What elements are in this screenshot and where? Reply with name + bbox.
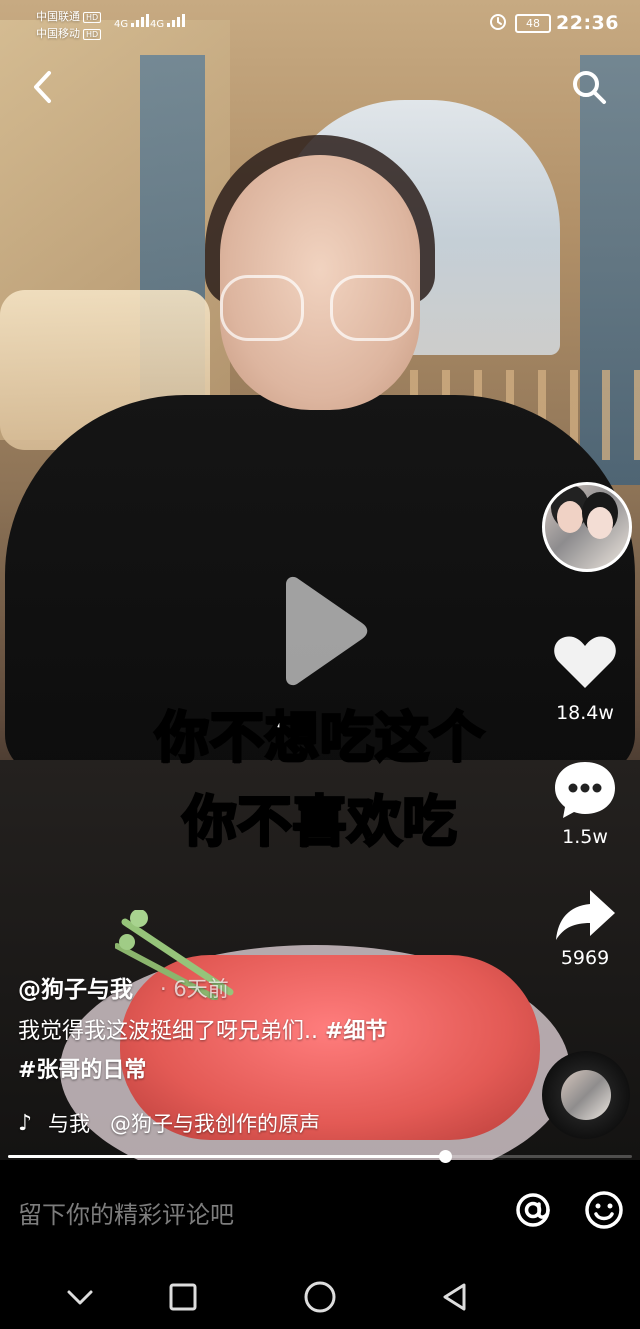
at-icon[interactable] bbox=[512, 1189, 554, 1231]
network-1: 4G bbox=[114, 19, 129, 30]
play-icon[interactable] bbox=[274, 576, 369, 686]
signal-1: 4G bbox=[114, 13, 153, 30]
glasses-right-lens bbox=[330, 275, 414, 341]
network-2: 4G bbox=[150, 19, 165, 30]
avatar-face-right bbox=[587, 507, 613, 539]
signal-bars-icon bbox=[167, 14, 186, 27]
share-icon[interactable] bbox=[553, 886, 617, 944]
post-time: · 6天前 bbox=[160, 977, 229, 1001]
back-icon[interactable] bbox=[23, 66, 65, 108]
home-icon[interactable] bbox=[301, 1278, 339, 1316]
music-note-icon: ♪ bbox=[18, 1111, 33, 1136]
nav-back-icon[interactable] bbox=[436, 1278, 474, 1316]
alarm-icon bbox=[490, 14, 506, 30]
system-navbar bbox=[0, 1260, 640, 1329]
search-icon[interactable] bbox=[568, 66, 610, 108]
progress-thumb[interactable] bbox=[438, 1150, 452, 1163]
comment-icon[interactable] bbox=[553, 758, 617, 820]
signal-2: 4G bbox=[150, 13, 189, 30]
recent-apps-icon[interactable] bbox=[164, 1278, 202, 1316]
caption-line-2: 你不喜欢吃 bbox=[181, 789, 458, 855]
carrier-top: 中国联通 bbox=[36, 10, 80, 23]
author-avatar[interactable] bbox=[542, 482, 632, 572]
music-title: @狗子与我创作的原声 bbox=[110, 1112, 320, 1136]
emoji-icon[interactable] bbox=[583, 1189, 625, 1231]
clock-time: 22:36 bbox=[556, 12, 619, 34]
author-name[interactable]: @狗子与我 bbox=[18, 970, 133, 1004]
progress-bar[interactable] bbox=[8, 1150, 632, 1163]
battery-indicator: 48 bbox=[515, 14, 551, 33]
music-row[interactable]: ♪ 与我 @狗子与我创作的原声 bbox=[18, 1108, 518, 1140]
avatar-face-left bbox=[557, 501, 583, 533]
hd-badge-bottom: HD bbox=[83, 29, 102, 40]
post-description: 我觉得我这波挺细了呀兄弟们.. #细节 bbox=[18, 1016, 387, 1048]
hashtag-2[interactable]: #张哥的日常 bbox=[18, 1052, 146, 1084]
caption-line-1: 你不想吃这个 bbox=[154, 705, 486, 771]
chevron-down-icon[interactable] bbox=[61, 1278, 99, 1316]
music-disc-cover bbox=[561, 1070, 611, 1120]
heart-icon[interactable] bbox=[553, 632, 617, 690]
hd-badge-top: HD bbox=[83, 12, 102, 23]
description-text: 我觉得我这波挺细了呀兄弟们.. bbox=[18, 1019, 325, 1044]
music-prefix: 与我 bbox=[48, 1112, 90, 1136]
comment-bar: 留下你的精彩评论吧 bbox=[0, 1172, 640, 1252]
progress-fill bbox=[8, 1155, 445, 1158]
comment-count: 1.5w bbox=[562, 826, 608, 848]
hashtag-1[interactable]: #细节 bbox=[325, 1019, 387, 1044]
carrier-info: 中国联通 HD 中国移动 HD bbox=[36, 8, 102, 42]
carrier-bottom: 中国移动 bbox=[36, 27, 80, 40]
glasses-left-lens bbox=[220, 275, 304, 341]
share-count: 5969 bbox=[560, 947, 610, 969]
status-bar: 中国联通 HD 中国移动 HD 4G 4G 48 22:36 bbox=[0, 0, 640, 52]
comment-input[interactable]: 留下你的精彩评论吧 bbox=[18, 1195, 234, 1230]
music-disc[interactable] bbox=[542, 1051, 630, 1139]
like-count: 18.4w bbox=[556, 702, 614, 724]
